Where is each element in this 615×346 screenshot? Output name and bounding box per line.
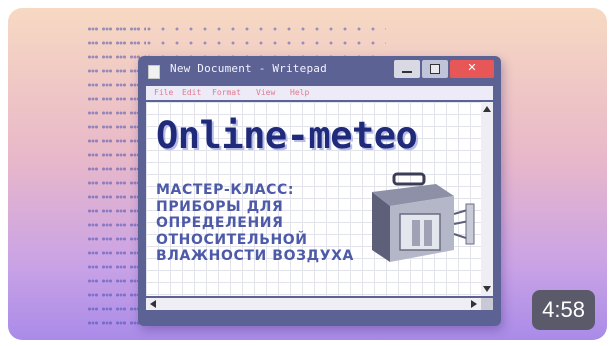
scroll-right-arrow-icon <box>471 300 477 308</box>
close-button <box>450 60 494 78</box>
vertical-scrollbar <box>481 102 493 296</box>
menu-item-file: File <box>154 88 174 97</box>
subtitle: МАСТЕР-КЛАСС: ПРИБОРЫ ДЛЯ ОПРЕДЕЛЕНИЯ ОТ… <box>156 182 354 265</box>
subtitle-line: МАСТЕР-КЛАСС: <box>156 182 295 198</box>
horizontal-scrollbar <box>146 298 481 310</box>
scroll-down-arrow-icon <box>483 286 491 292</box>
menu-item-view: View <box>256 88 276 97</box>
document-area: Online-meteo МАСТЕР-КЛАСС: ПРИБОРЫ ДЛЯ О… <box>146 102 481 296</box>
headline: Online-meteo <box>156 114 418 157</box>
document-icon <box>148 65 160 79</box>
hygrometer-device-icon <box>372 172 475 262</box>
scroll-left-arrow-icon <box>150 300 156 308</box>
menu-item-edit: Edit <box>182 88 202 97</box>
menu-bar: File Edit Format View Help <box>146 86 493 100</box>
subtitle-line: ОПРЕДЕЛЕНИЯ <box>156 215 284 231</box>
video-thumbnail[interactable]: New Document - Writepad File Edit Format… <box>8 8 607 340</box>
window-titlebar: New Document - Writepad <box>138 56 501 84</box>
scroll-up-arrow-icon <box>483 106 491 112</box>
writepad-window: New Document - Writepad File Edit Format… <box>138 56 501 326</box>
minimize-button <box>394 60 420 78</box>
subtitle-line: ПРИБОРЫ ДЛЯ <box>156 198 284 215</box>
window-title: New Document - Writepad <box>170 62 327 75</box>
subtitle-line: ВЛАЖНОСТИ ВОЗДУХА <box>156 248 354 264</box>
scrollbar-corner <box>481 298 493 310</box>
menu-item-help: Help <box>290 88 310 97</box>
menu-item-format: Format <box>212 88 241 97</box>
subtitle-line: ОТНОСИТЕЛЬНОЙ <box>156 231 308 248</box>
video-duration-badge: 4:58 <box>532 290 595 330</box>
dot-pattern-dense <box>86 22 146 332</box>
maximize-button <box>422 60 448 78</box>
